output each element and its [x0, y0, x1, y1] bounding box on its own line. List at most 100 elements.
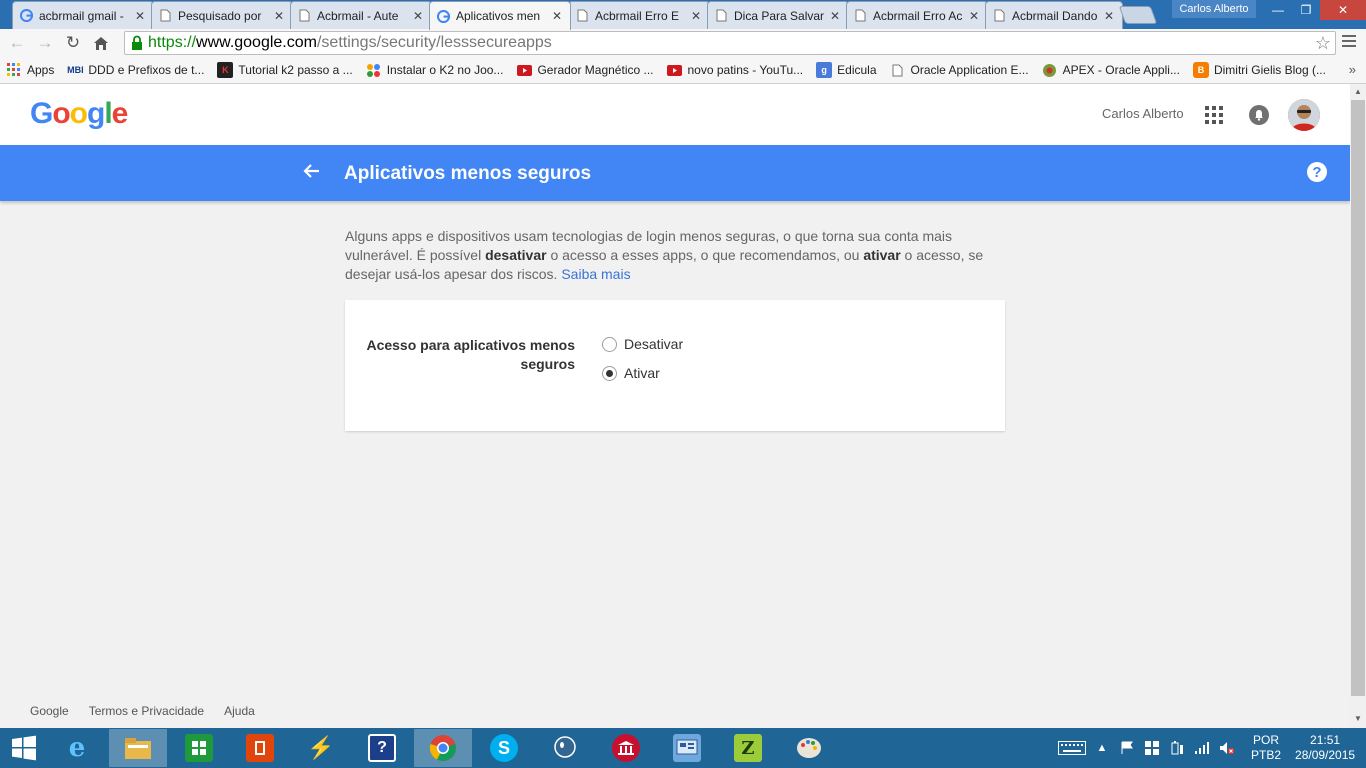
- bookmark-label: Apps: [27, 63, 55, 77]
- bookmark-dimitri[interactable]: B Dimitri Gielis Blog (...: [1192, 62, 1326, 78]
- taskbar-zeos[interactable]: Z: [719, 729, 777, 767]
- lock-icon: [132, 35, 142, 50]
- bookmark-label: Edicula: [837, 63, 877, 77]
- chrome-menu-icon[interactable]: [1342, 35, 1356, 49]
- taskbar-office[interactable]: [231, 729, 289, 767]
- network-signal-icon[interactable]: [1193, 741, 1211, 755]
- power-icon: ⚡: [307, 735, 335, 760]
- profile-name[interactable]: Carlos Alberto: [1172, 0, 1256, 18]
- close-icon[interactable]: ✕: [1104, 9, 1116, 23]
- scrollbar-thumb[interactable]: [1351, 100, 1365, 696]
- footer-link-help[interactable]: Ajuda: [224, 704, 255, 718]
- back-icon[interactable]: ←: [3, 30, 31, 56]
- keyboard-icon[interactable]: [1058, 741, 1086, 755]
- taskbar-power-app[interactable]: ⚡: [292, 729, 350, 767]
- close-icon[interactable]: ✕: [413, 9, 425, 23]
- close-icon[interactable]: ✕: [830, 9, 842, 23]
- bookmark-tutorial-k2[interactable]: K Tutorial k2 passo a ...: [217, 62, 353, 78]
- restore-icon[interactable]: ❐: [1292, 0, 1320, 20]
- tab-label: Acbrmail Erro Ac: [873, 8, 963, 23]
- taskbar-chrome[interactable]: [414, 729, 472, 767]
- tab-acbrmail-aute[interactable]: Acbrmail - Aute ✕: [290, 1, 432, 29]
- forward-icon[interactable]: →: [31, 30, 59, 56]
- reload-icon[interactable]: ↻: [59, 30, 87, 56]
- close-icon[interactable]: ✕: [691, 9, 703, 23]
- bookmark-oracle-app[interactable]: Oracle Application E...: [890, 62, 1029, 78]
- taskbar-file-explorer[interactable]: [109, 729, 167, 767]
- new-tab-button[interactable]: [1118, 6, 1158, 24]
- youtube-icon: [667, 62, 683, 78]
- tab-aplicativos-active[interactable]: Aplicativos men ✕: [429, 1, 571, 30]
- tab-label: Acbrmail Dando: [1012, 8, 1098, 23]
- bookmark-apps[interactable]: Apps: [6, 62, 54, 78]
- tab-acbrmail-dando[interactable]: Acbrmail Dando ✕: [985, 1, 1123, 29]
- show-hidden-icons-icon[interactable]: ▲: [1093, 741, 1111, 755]
- scroll-up-icon[interactable]: ▲: [1354, 87, 1362, 96]
- tab-pesquisado[interactable]: Pesquisado por ✕: [151, 1, 293, 29]
- tab-acbrmail-gmail[interactable]: acbrmail gmail - ✕: [12, 1, 154, 29]
- address-bar[interactable]: https://www.google.com/settings/security…: [124, 31, 1336, 55]
- bookmark-label: Instalar o K2 no Joo...: [386, 63, 504, 77]
- google-logo[interactable]: Google: [30, 97, 128, 131]
- language-indicator[interactable]: POR PTB2: [1251, 733, 1281, 763]
- windows-update-icon[interactable]: [1143, 741, 1161, 755]
- close-icon[interactable]: ✕: [135, 9, 147, 23]
- clock-time: 21:51: [1310, 733, 1341, 747]
- taskbar-help-app[interactable]: ?: [353, 729, 411, 767]
- help-icon[interactable]: ?: [1307, 162, 1327, 182]
- volume-muted-icon[interactable]: [1218, 741, 1236, 755]
- footer-link-terms[interactable]: Termos e Privacidade: [89, 704, 204, 718]
- window-close-icon[interactable]: ✕: [1320, 0, 1366, 20]
- scroll-down-icon[interactable]: ▼: [1354, 714, 1362, 723]
- bookmark-gerador[interactable]: Gerador Magnético ...: [516, 62, 654, 78]
- bookmark-apex[interactable]: APEX - Oracle Appli...: [1042, 62, 1180, 78]
- url-scheme: https://: [148, 34, 197, 51]
- back-arrow-icon[interactable]: [301, 160, 323, 182]
- google-icon: [19, 9, 33, 23]
- bank-icon: [612, 734, 640, 762]
- taskbar-store[interactable]: [170, 729, 228, 767]
- avatar[interactable]: [1288, 99, 1320, 131]
- bookmarks-more-icon[interactable]: »: [1349, 62, 1356, 77]
- bookmark-ddd[interactable]: MBI DDD e Prefixos de t...: [67, 62, 204, 78]
- taskbar-paint[interactable]: [780, 729, 838, 767]
- tab-acbrmail-erro-e[interactable]: Acbrmail Erro E ✕: [568, 1, 710, 29]
- taskbar-internet-explorer[interactable]: e: [48, 729, 106, 767]
- close-icon[interactable]: ✕: [274, 9, 286, 23]
- google-g-icon: g: [816, 62, 833, 78]
- option-ativar[interactable]: Ativar: [602, 365, 660, 381]
- page-scrollbar[interactable]: ▲ ▼: [1350, 84, 1366, 728]
- taskbar-bank-app[interactable]: [597, 729, 655, 767]
- home-icon[interactable]: [87, 30, 115, 56]
- taskbar-skype[interactable]: S: [475, 729, 533, 767]
- bookmark-edicula[interactable]: g Edicula: [816, 62, 877, 78]
- bookmark-novo-patins[interactable]: novo patins - YouTu...: [667, 62, 803, 78]
- tab-dica-para-salvar[interactable]: Dica Para Salvar ✕: [707, 1, 849, 29]
- bookmark-instalar-k2[interactable]: Instalar o K2 no Joo...: [366, 62, 504, 78]
- bookmark-star-icon[interactable]: ☆: [1315, 33, 1331, 54]
- action-center-flag-icon[interactable]: [1118, 741, 1136, 755]
- description-part: o acesso a esses apps, o que recomendamo…: [546, 247, 864, 263]
- minimize-icon[interactable]: —: [1264, 0, 1292, 20]
- close-icon[interactable]: ✕: [552, 9, 564, 23]
- option-desativar[interactable]: Desativar: [602, 336, 683, 352]
- battery-icon[interactable]: [1168, 741, 1186, 755]
- clock[interactable]: 21:51 28/09/2015: [1295, 733, 1355, 763]
- tab-label: Dica Para Salvar: [734, 8, 825, 23]
- footer-link-google[interactable]: Google: [30, 704, 69, 718]
- notifications-bell-icon[interactable]: [1249, 105, 1269, 125]
- close-icon[interactable]: ✕: [969, 9, 981, 23]
- taskbar-control-panel[interactable]: [658, 729, 716, 767]
- apps-launcher-icon[interactable]: [1205, 106, 1223, 124]
- bookmark-label: APEX - Oracle Appli...: [1062, 63, 1180, 77]
- radio-ativar[interactable]: [602, 365, 617, 381]
- account-name[interactable]: Carlos Alberto: [1102, 106, 1184, 121]
- bookmark-label: Gerador Magnético ...: [537, 63, 654, 77]
- taskbar-postgresql[interactable]: [536, 729, 594, 767]
- setting-label: Acesso para aplicativos menos seguros: [366, 337, 575, 372]
- tab-acbrmail-erro-ac[interactable]: Acbrmail Erro Ac ✕: [846, 1, 988, 29]
- radio-desativar[interactable]: [602, 336, 617, 352]
- start-button[interactable]: [0, 728, 48, 768]
- learn-more-link[interactable]: Saiba mais: [561, 266, 630, 282]
- tab-label: Aplicativos men: [456, 9, 541, 23]
